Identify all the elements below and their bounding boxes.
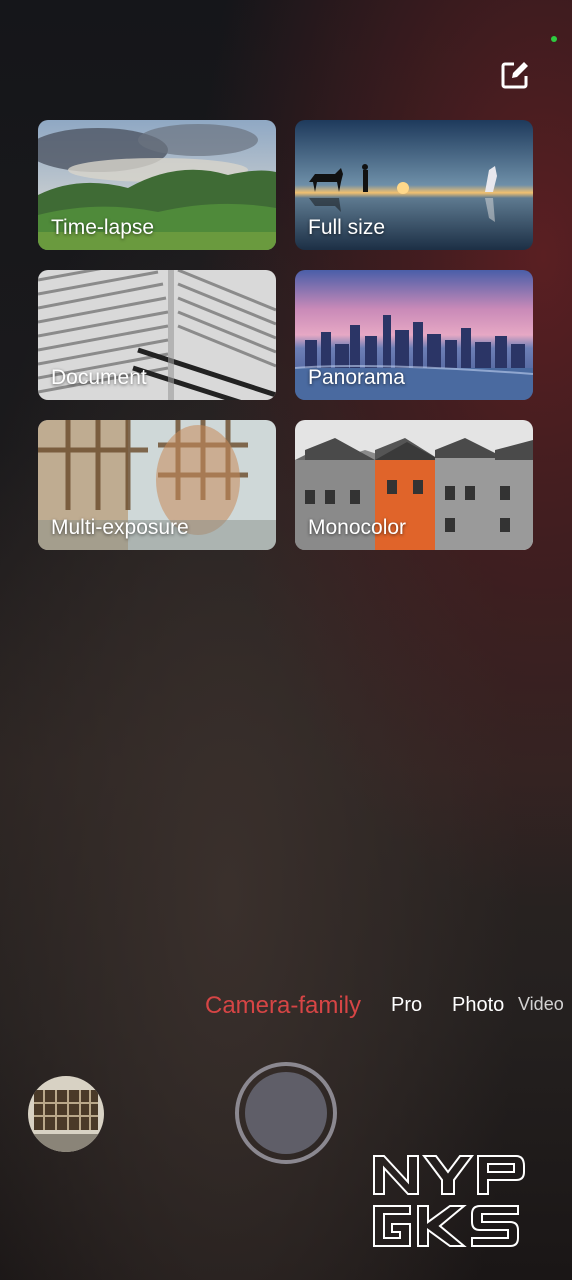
camera-mode-switcher: Camera-family Pro Photo Video: [0, 992, 572, 1028]
tile-monocolor[interactable]: Monocolor: [295, 420, 533, 550]
tile-panorama[interactable]: Panorama: [295, 270, 533, 400]
tile-document[interactable]: Document: [38, 270, 276, 400]
tile-time-lapse[interactable]: Time-lapse: [38, 120, 276, 250]
nypgks-watermark-logo: [373, 1155, 525, 1247]
shutter-button[interactable]: [235, 1062, 337, 1164]
edit-button[interactable]: [498, 58, 532, 92]
tile-label: Document: [51, 366, 147, 389]
camera-mode-grid: Time-lapse Full size Document Panorama M…: [38, 120, 534, 550]
mode-pro[interactable]: Pro: [391, 994, 422, 1017]
last-photo-image: [28, 1076, 104, 1152]
tile-label: Monocolor: [308, 516, 407, 539]
shutter-inner-circle: [245, 1072, 327, 1154]
mode-photo[interactable]: Photo: [452, 994, 504, 1017]
status-indicator-dot: [551, 36, 557, 42]
tile-label: Time-lapse: [51, 216, 155, 239]
edit-square-icon: [501, 62, 528, 89]
tile-label: Full size: [308, 216, 386, 239]
tile-label: Panorama: [308, 366, 405, 389]
tile-multi-exposure[interactable]: Multi-exposure: [38, 420, 276, 550]
mode-video[interactable]: Video: [518, 994, 564, 1015]
tile-full-size[interactable]: Full size: [295, 120, 533, 250]
mode-camera-family[interactable]: Camera-family: [205, 992, 361, 1020]
tile-label: Multi-exposure: [51, 516, 189, 539]
gallery-thumbnail[interactable]: [28, 1076, 104, 1152]
